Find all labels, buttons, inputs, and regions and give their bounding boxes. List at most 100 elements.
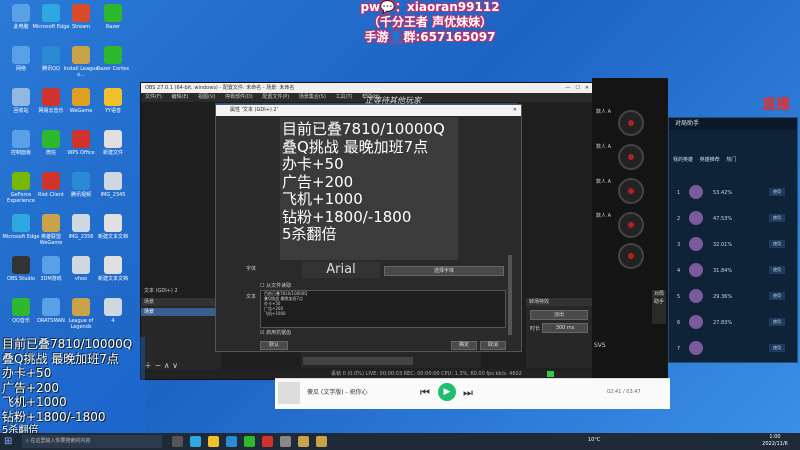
app-icon	[104, 256, 122, 274]
use-button[interactable]: 使用	[769, 214, 785, 222]
duration-input[interactable]: 300 ms	[542, 323, 588, 333]
font-label: 字体	[246, 266, 257, 272]
preview-line-6: 钻粉+1800/-1800	[282, 207, 412, 226]
prev-icon[interactable]: ⏮	[420, 386, 430, 400]
desktop-icon-label: YY语音	[104, 108, 122, 114]
desktop-icon[interactable]: Razer Cortex	[94, 46, 132, 72]
list-item: 3 32.01% 使用	[673, 234, 793, 256]
textarea-line-5: 飞机+1000	[264, 311, 286, 316]
sources-header: 文本 (GDI+) 2	[141, 286, 224, 296]
helper-toggle[interactable]: 对局助手	[652, 290, 666, 324]
volume-knob-icon[interactable]	[618, 212, 644, 238]
helper-tabs: 我的英雄 英雄推荐 热门	[673, 156, 793, 163]
app-icon	[104, 46, 122, 64]
rank-number: 6	[677, 320, 681, 326]
menu-file[interactable]: 文件(F)	[145, 94, 162, 100]
next-icon[interactable]: ⏭	[463, 386, 473, 400]
wechat-icon[interactable]	[244, 436, 255, 447]
task-view-icon[interactable]	[172, 436, 183, 447]
win-rate: 31.84%	[713, 268, 733, 274]
hero-avatar	[689, 237, 703, 251]
use-button[interactable]: 使用	[769, 318, 785, 326]
desktop-icon[interactable]: 新建文本文档	[94, 214, 132, 240]
taskbar-search[interactable]: ⌕ 在这里输入你要搜索的内容	[22, 435, 162, 448]
transitions-dock: 转场特效 淡出 时长 300 ms	[526, 298, 592, 368]
defaults-button[interactable]: 默认	[260, 341, 288, 350]
preview-line-3: 办卡+50	[282, 155, 344, 173]
list-item: 1 53.42% 使用	[673, 182, 793, 204]
use-button[interactable]: 使用	[769, 344, 785, 352]
use-button[interactable]: 使用	[769, 266, 785, 274]
app-icon	[12, 172, 30, 190]
desktop-icon[interactable]: YY语音	[94, 88, 132, 114]
volume-knob-icon[interactable]	[618, 178, 644, 204]
ok-button[interactable]: 确定	[451, 341, 477, 350]
select-font-button[interactable]: 选择字体	[384, 266, 504, 276]
text-input[interactable]: 目前已叠7810/10000Q 叠Q挑战 最晚加班7点 办卡+50 广告+200…	[260, 290, 506, 328]
use-button[interactable]: 使用	[769, 240, 785, 248]
helper-tab-recommend[interactable]: 英雄推荐	[700, 157, 720, 163]
menu-docks[interactable]: 停靠部件(D)	[225, 94, 253, 100]
helper-tab-my[interactable]: 我的英雄	[673, 157, 693, 163]
menu-profile[interactable]: 配置文件(P)	[262, 94, 289, 100]
menu-tools[interactable]: 工具(T)	[336, 94, 353, 100]
app-icon	[104, 298, 122, 316]
use-button[interactable]: 使用	[769, 292, 785, 300]
obs-titlebar[interactable]: OBS 27.0.1 (64-bit, windows) - 配置文件: 未命名…	[141, 83, 593, 93]
search-icon: ⌕	[26, 438, 29, 444]
music-icon[interactable]	[262, 436, 273, 447]
volume-knob-icon[interactable]	[618, 144, 644, 170]
windows-start-icon[interactable]: ⊞	[4, 436, 12, 447]
properties-titlebar[interactable]: 属性 '文本 (GDI+) 2' ✕	[216, 105, 521, 116]
list-item: 2 47.53% 使用	[673, 208, 793, 230]
desktop-icon[interactable]: 4	[94, 298, 132, 324]
obs-icon[interactable]	[280, 436, 291, 447]
antialias-checkbox[interactable]: ☑ 启用抗锯齿	[260, 329, 291, 336]
mixer-label-3: 数人 A	[596, 179, 612, 185]
duration-label: 时长	[530, 326, 541, 332]
play-icon[interactable]: ▶	[438, 383, 456, 401]
cancel-button[interactable]: 取消	[480, 341, 506, 350]
helper-tab-hot[interactable]: 热门	[726, 157, 736, 163]
app-icon	[104, 4, 122, 22]
desktop-icon[interactable]: Razer	[94, 4, 132, 30]
league-client-icon[interactable]	[316, 436, 327, 447]
clock-date: 2022/11/6	[762, 441, 788, 447]
helper-title: 对局助手	[675, 120, 700, 127]
explorer-icon[interactable]	[208, 436, 219, 447]
from-file-checkbox[interactable]: ☐ 从文件读取	[260, 282, 291, 289]
taskbar-clock[interactable]: 1:00 2022/11/6	[755, 434, 795, 448]
menu-scene-collection[interactable]: 场景集合(S)	[299, 94, 326, 100]
list-item: 7 使用	[673, 338, 793, 360]
rank-number: 3	[677, 242, 681, 248]
scrollbar[interactable]	[508, 255, 512, 335]
transition-select[interactable]: 淡出	[530, 310, 588, 320]
app-icon[interactable]	[226, 436, 237, 447]
volume-knob-icon[interactable]	[618, 110, 644, 136]
lol-icon[interactable]	[298, 436, 309, 447]
desktop-icon[interactable]: 新建文件	[94, 130, 132, 156]
font-display: Arial	[302, 262, 380, 278]
use-button[interactable]: 使用	[769, 188, 785, 196]
close-icon[interactable]: ✕	[513, 105, 517, 116]
from-file-label: 从文件读取	[266, 283, 292, 289]
app-icon	[42, 4, 60, 22]
app-icon	[72, 46, 90, 64]
menu-view[interactable]: 视图(V)	[198, 94, 215, 100]
volume-knob-icon[interactable]	[618, 243, 644, 269]
desktop-icon[interactable]: 新建文本文档	[94, 256, 132, 282]
song-title: 傻瓜 (文学版) - 祝你心	[307, 389, 368, 396]
app-icon	[72, 214, 90, 232]
app-icon	[72, 4, 90, 22]
audio-meter[interactable]	[303, 357, 413, 365]
transitions-header: 转场特效	[526, 298, 592, 306]
list-item: 4 31.84% 使用	[673, 260, 793, 282]
menu-edit[interactable]: 编辑(E)	[171, 94, 188, 100]
app-icon	[12, 4, 30, 22]
desktop-icon[interactable]: IMG_2345	[94, 172, 132, 198]
scene-item[interactable]: 场景	[141, 308, 221, 316]
app-icon	[12, 130, 30, 148]
edge-icon[interactable]	[190, 436, 201, 447]
window-controls-icon[interactable]: — ☐ ✕	[565, 83, 589, 93]
camera-mixer-pane: 数人 A 数人 A 数人 A 数人 A 对局助手 SVS	[592, 78, 668, 378]
